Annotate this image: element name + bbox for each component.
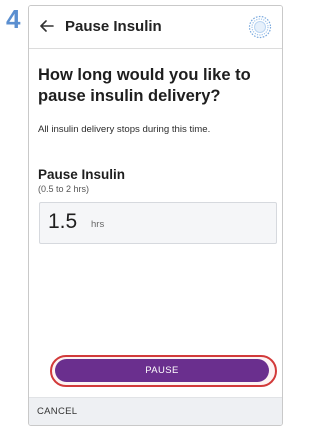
- pause-duration-field[interactable]: 1.5 hrs: [39, 202, 277, 244]
- pause-button[interactable]: PAUSE: [55, 359, 269, 382]
- cancel-button[interactable]: CANCEL: [37, 406, 77, 417]
- duration-unit: hrs: [91, 219, 105, 230]
- bottom-action-bar: CANCEL: [29, 397, 282, 425]
- top-app-bar: Pause Insulin: [29, 6, 282, 49]
- pause-insulin-label: Pause Insulin: [38, 167, 126, 182]
- range-hint: (0.5 to 2 hrs): [38, 184, 90, 194]
- step-number: 4: [6, 4, 21, 34]
- phone-screen: Pause Insulin How long would you like to…: [28, 5, 283, 426]
- duration-value: 1.5: [48, 210, 78, 233]
- pod-status-icon[interactable]: [248, 15, 272, 39]
- arrow-left-icon[interactable]: [37, 16, 57, 36]
- question-heading: How long would you like to pause insulin…: [38, 66, 251, 105]
- info-text: All insulin delivery stops during this t…: [38, 124, 211, 135]
- page-title: Pause Insulin: [65, 18, 162, 35]
